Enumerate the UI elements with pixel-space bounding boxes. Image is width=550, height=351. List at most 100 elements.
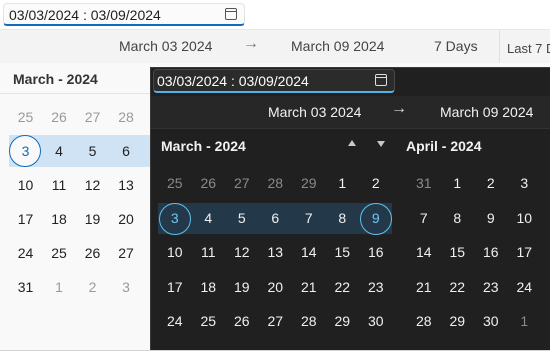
day-cell[interactable]: 17 xyxy=(158,270,192,305)
day-cell[interactable]: 14 xyxy=(292,235,326,270)
day-cell[interactable]: 26 xyxy=(76,236,109,270)
day-cell[interactable]: 26 xyxy=(43,100,76,134)
day-cell[interactable]: 27 xyxy=(110,236,143,270)
calendar-icon[interactable] xyxy=(375,74,387,86)
day-cell[interactable]: 29 xyxy=(441,304,475,339)
day-cell[interactable]: 25 xyxy=(158,166,192,201)
day-cell[interactable]: 6 xyxy=(110,134,143,168)
day-number: 3 xyxy=(171,210,179,226)
day-number: 23 xyxy=(483,279,499,295)
day-cell[interactable]: 4 xyxy=(541,166,550,201)
day-cell[interactable]: 5 xyxy=(76,134,109,168)
calendar-icon[interactable] xyxy=(225,8,237,20)
day-cell[interactable]: 12 xyxy=(225,235,259,270)
day-cell[interactable]: 6 xyxy=(259,201,293,236)
day-cell[interactable]: 2 xyxy=(474,166,508,201)
day-cell[interactable]: 13 xyxy=(259,235,293,270)
day-cell[interactable]: 16 xyxy=(359,235,393,270)
day-cell[interactable]: 18 xyxy=(541,235,550,270)
day-cell[interactable]: 21 xyxy=(292,270,326,305)
selected-day-cell[interactable]: 9 xyxy=(359,201,393,236)
day-cell[interactable]: 8 xyxy=(326,201,360,236)
chevron-up-icon[interactable] xyxy=(348,140,356,146)
day-cell[interactable]: 17 xyxy=(508,235,542,270)
day-cell[interactable]: 15 xyxy=(326,235,360,270)
day-cell[interactable]: 4 xyxy=(192,201,226,236)
day-cell[interactable]: 24 xyxy=(508,270,542,305)
day-cell[interactable]: 20 xyxy=(259,270,293,305)
day-cell[interactable]: 21 xyxy=(407,270,441,305)
day-cell[interactable]: 18 xyxy=(192,270,226,305)
day-cell[interactable]: 3 xyxy=(508,166,542,201)
day-cell[interactable]: 31 xyxy=(9,270,42,304)
day-cell[interactable]: 20 xyxy=(110,202,143,236)
day-cell[interactable]: 25 xyxy=(541,270,550,305)
day-cell[interactable]: 12 xyxy=(76,168,109,202)
day-cell[interactable]: 10 xyxy=(508,201,542,236)
day-cell[interactable]: 27 xyxy=(76,100,109,134)
date-range-input[interactable]: 03/03/2024 : 03/09/2024 xyxy=(3,3,245,26)
day-cell[interactable]: 24 xyxy=(158,304,192,339)
day-cell[interactable]: 3 xyxy=(110,270,143,304)
day-cell[interactable]: 13 xyxy=(110,168,143,202)
day-number: 25 xyxy=(167,175,183,191)
popup-date-range-input[interactable]: 03/03/2024 : 03/09/2024 xyxy=(153,69,395,93)
day-cell[interactable]: 10 xyxy=(9,168,42,202)
day-cell[interactable]: 17 xyxy=(9,202,42,236)
day-cell[interactable]: 10 xyxy=(158,235,192,270)
day-cell[interactable]: 14 xyxy=(407,235,441,270)
selected-day-cell[interactable]: 3 xyxy=(158,201,192,236)
day-cell[interactable]: 26 xyxy=(225,304,259,339)
day-cell[interactable]: 2 xyxy=(541,304,550,339)
day-cell[interactable]: 1 xyxy=(441,166,475,201)
day-cell[interactable]: 19 xyxy=(225,270,259,305)
selected-day-cell[interactable]: 3 xyxy=(9,134,42,168)
day-cell[interactable]: 2 xyxy=(76,270,109,304)
preset-last-7-days[interactable]: Last 7 D xyxy=(507,41,550,56)
day-cell[interactable]: 16 xyxy=(474,235,508,270)
day-cell[interactable]: 9 xyxy=(474,201,508,236)
day-cell[interactable]: 22 xyxy=(326,270,360,305)
day-number: 12 xyxy=(234,244,250,260)
day-cell[interactable]: 28 xyxy=(407,304,441,339)
day-cell[interactable]: 25 xyxy=(192,304,226,339)
day-cell[interactable]: 27 xyxy=(259,304,293,339)
day-cell[interactable]: 15 xyxy=(441,235,475,270)
day-cell[interactable]: 28 xyxy=(259,166,293,201)
day-cell[interactable]: 23 xyxy=(474,270,508,305)
day-cell[interactable]: 1 xyxy=(508,304,542,339)
day-cell[interactable]: 7 xyxy=(292,201,326,236)
day-cell[interactable]: 30 xyxy=(474,304,508,339)
day-cell[interactable]: 23 xyxy=(359,270,393,305)
day-cell[interactable]: 19 xyxy=(76,202,109,236)
day-number: 1 xyxy=(55,279,63,295)
day-cell[interactable]: 11 xyxy=(541,201,550,236)
day-cell[interactable]: 29 xyxy=(326,304,360,339)
day-cell[interactable]: 5 xyxy=(225,201,259,236)
day-cell[interactable]: 31 xyxy=(407,166,441,201)
day-cell[interactable]: 7 xyxy=(407,201,441,236)
day-cell[interactable]: 4 xyxy=(43,134,76,168)
day-number: 14 xyxy=(301,244,317,260)
day-cell[interactable]: 28 xyxy=(110,100,143,134)
day-cell[interactable]: 1 xyxy=(326,166,360,201)
day-cell[interactable]: 18 xyxy=(43,202,76,236)
day-cell[interactable]: 11 xyxy=(43,168,76,202)
day-cell[interactable]: 27 xyxy=(225,166,259,201)
day-cell[interactable]: 8 xyxy=(441,201,475,236)
day-cell[interactable]: 11 xyxy=(192,235,226,270)
day-cell[interactable]: 25 xyxy=(43,236,76,270)
week-row: 17181920 xyxy=(9,202,154,236)
day-cell[interactable]: 26 xyxy=(192,166,226,201)
day-cell[interactable]: 30 xyxy=(359,304,393,339)
day-cell[interactable]: 25 xyxy=(9,100,42,134)
chevron-down-icon[interactable] xyxy=(377,141,385,147)
day-cell[interactable]: 28 xyxy=(292,304,326,339)
day-cell[interactable]: 2 xyxy=(359,166,393,201)
day-cell[interactable]: 22 xyxy=(441,270,475,305)
day-cell[interactable]: 1 xyxy=(43,270,76,304)
day-number: 9 xyxy=(487,210,495,226)
day-cell[interactable]: 24 xyxy=(9,236,42,270)
day-cell[interactable]: 29 xyxy=(292,166,326,201)
day-number: 26 xyxy=(200,175,216,191)
